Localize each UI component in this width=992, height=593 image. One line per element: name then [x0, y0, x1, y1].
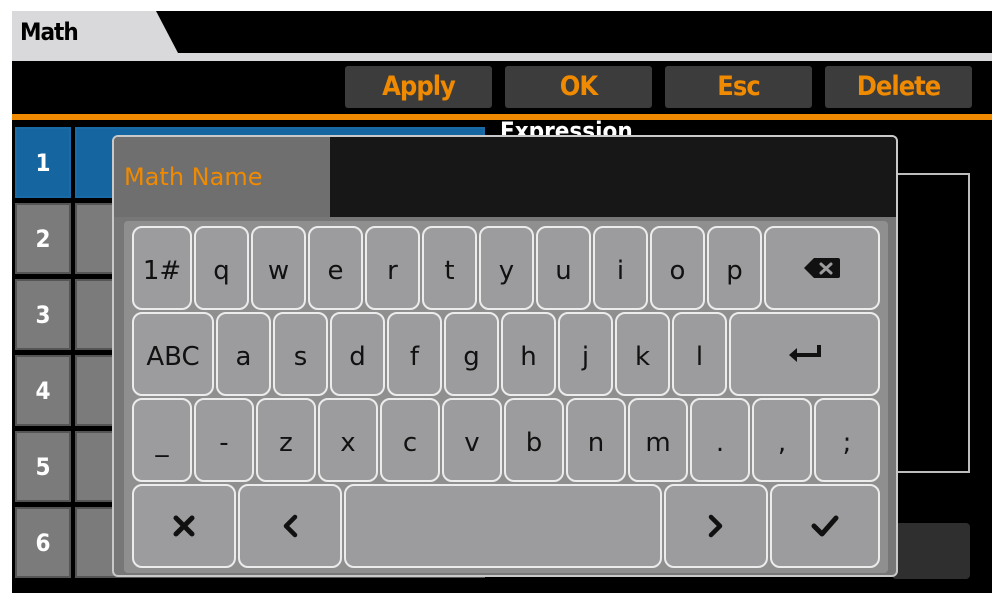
- key-hyphen[interactable]: -: [194, 398, 254, 482]
- math-tab[interactable]: Math: [12, 11, 178, 53]
- key-c[interactable]: c: [380, 398, 440, 482]
- key-l[interactable]: l: [672, 312, 727, 396]
- delete-button[interactable]: Delete: [825, 66, 972, 108]
- backspace-key[interactable]: [764, 226, 880, 310]
- key-semicolon[interactable]: ;: [814, 398, 880, 482]
- key-y[interactable]: y: [479, 226, 534, 310]
- chevron-right-icon: [708, 514, 723, 538]
- math-name-label: Math Name: [114, 137, 330, 217]
- key-q[interactable]: q: [194, 226, 249, 310]
- key-period[interactable]: .: [690, 398, 750, 482]
- cursor-right-key[interactable]: [664, 484, 768, 568]
- tab-underline: [12, 53, 992, 61]
- checkmark-icon: [811, 515, 839, 537]
- key-abc[interactable]: ABC: [132, 312, 214, 396]
- row-number: 1: [15, 127, 71, 198]
- key-u[interactable]: u: [536, 226, 591, 310]
- key-d[interactable]: d: [330, 312, 385, 396]
- key-r[interactable]: r: [365, 226, 420, 310]
- math-tab-label: Math: [20, 18, 79, 46]
- key-z[interactable]: z: [256, 398, 316, 482]
- key-e[interactable]: e: [308, 226, 363, 310]
- cancel-key[interactable]: [132, 484, 236, 568]
- row-number: 4: [15, 355, 71, 426]
- row-number: 3: [15, 279, 71, 350]
- on-screen-keyboard: 1# q w e r t y u i o p ABC a s d f g h j…: [124, 221, 888, 573]
- key-g[interactable]: g: [444, 312, 499, 396]
- key-w[interactable]: w: [251, 226, 306, 310]
- row-number: 6: [15, 507, 71, 578]
- key-symbols[interactable]: 1#: [132, 226, 192, 310]
- panel-button[interactable]: [892, 523, 970, 579]
- key-i[interactable]: i: [593, 226, 648, 310]
- key-p[interactable]: p: [707, 226, 762, 310]
- chevron-left-icon: [283, 514, 298, 538]
- key-o[interactable]: o: [650, 226, 705, 310]
- math-screen: Math Apply OK Esc Delete 1 2 3 4 5 6 Exp…: [12, 11, 992, 593]
- math-name-input[interactable]: [330, 137, 896, 217]
- key-a[interactable]: a: [216, 312, 271, 396]
- key-b[interactable]: b: [504, 398, 564, 482]
- confirm-key[interactable]: [770, 484, 880, 568]
- cursor-left-key[interactable]: [238, 484, 342, 568]
- enter-icon: [788, 345, 821, 362]
- key-s[interactable]: s: [273, 312, 328, 396]
- key-j[interactable]: j: [558, 312, 613, 396]
- key-x[interactable]: x: [318, 398, 378, 482]
- row-number: 2: [15, 203, 71, 274]
- ok-button[interactable]: OK: [505, 66, 652, 108]
- enter-key[interactable]: [729, 312, 880, 396]
- key-k[interactable]: k: [615, 312, 670, 396]
- key-comma[interactable]: ,: [752, 398, 812, 482]
- key-v[interactable]: v: [442, 398, 502, 482]
- key-h[interactable]: h: [501, 312, 556, 396]
- key-n[interactable]: n: [566, 398, 626, 482]
- backspace-icon: [804, 258, 840, 278]
- row-number: 5: [15, 431, 71, 502]
- space-key[interactable]: [344, 484, 662, 568]
- close-icon: [173, 515, 195, 537]
- key-f[interactable]: f: [387, 312, 442, 396]
- esc-button[interactable]: Esc: [665, 66, 812, 108]
- key-m[interactable]: m: [628, 398, 688, 482]
- apply-button[interactable]: Apply: [345, 66, 492, 108]
- key-t[interactable]: t: [422, 226, 477, 310]
- key-underscore[interactable]: _: [132, 398, 192, 482]
- keyboard-dialog: Math Name 1# q w e r t y u i o p ABC a s…: [112, 135, 898, 577]
